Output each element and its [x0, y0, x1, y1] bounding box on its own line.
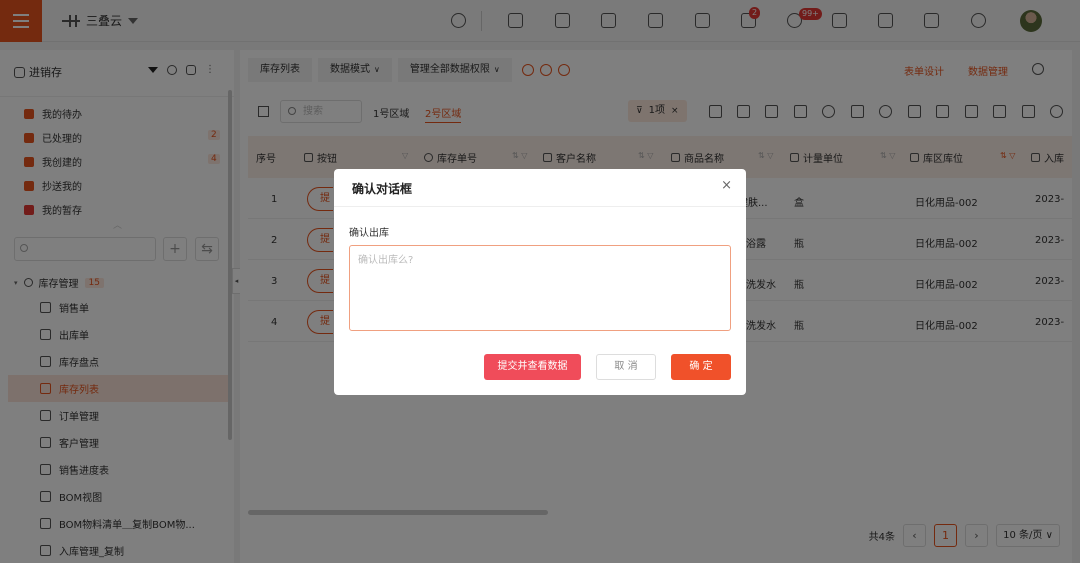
close-icon[interactable]: × — [721, 178, 732, 193]
confirm-textarea[interactable] — [349, 245, 731, 331]
divider — [334, 206, 746, 207]
field-label: 确认出库 — [349, 228, 389, 239]
confirm-dialog: 确认对话框 × 确认出库 提交并查看数据 取 消 确 定 — [334, 169, 746, 395]
dialog-title: 确认对话框 — [352, 182, 413, 196]
submit-and-view-button[interactable]: 提交并查看数据 — [484, 354, 581, 380]
ok-button[interactable]: 确 定 — [671, 354, 731, 380]
cancel-button[interactable]: 取 消 — [596, 354, 656, 380]
